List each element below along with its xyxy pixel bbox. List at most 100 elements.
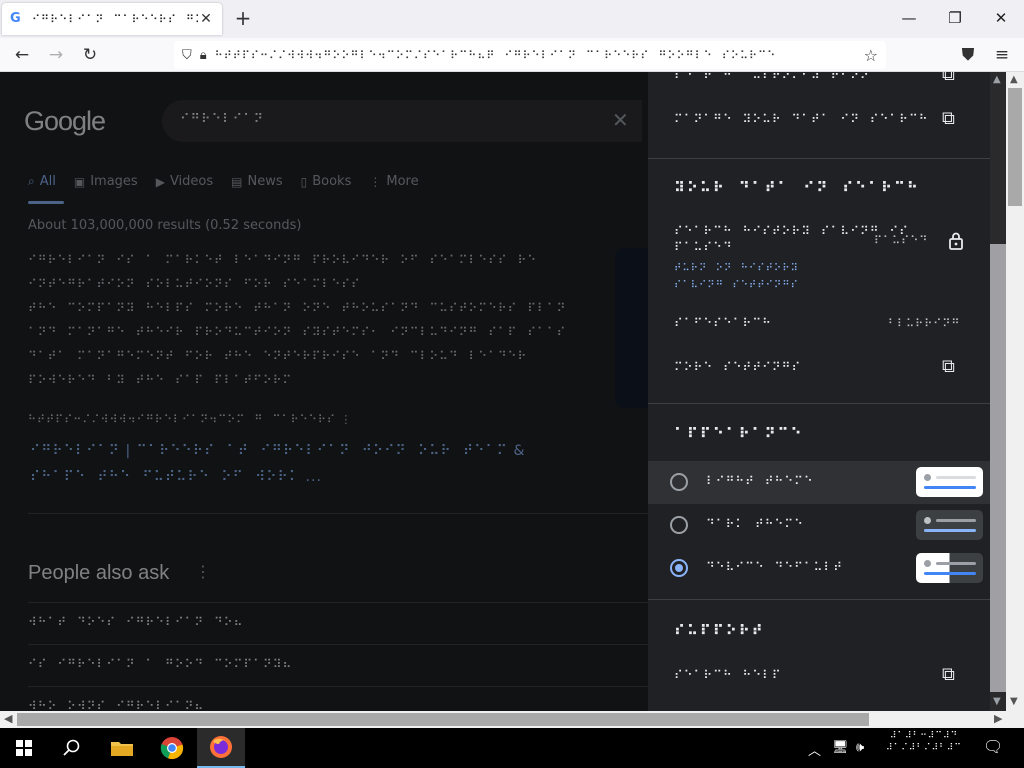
page-scrollbar[interactable]: ▲ ▼ xyxy=(1006,72,1024,711)
preview-line xyxy=(924,572,976,575)
dark-theme-preview xyxy=(916,510,983,540)
firefox-button[interactable] xyxy=(197,728,245,768)
search-button[interactable] xyxy=(48,728,96,768)
preview-dot xyxy=(924,474,931,481)
lock-icon xyxy=(949,232,963,250)
scroll-right-icon[interactable]: ▶ xyxy=(994,712,1002,725)
scroll-up-icon[interactable]: ▲ xyxy=(993,74,1001,85)
more-settings-row[interactable]: ⠍⠕⠗⠑⠀⠎⠑⠞⠞⠊⠝⠛⠎ ⧉ xyxy=(648,356,990,384)
bookmark-star-icon[interactable]: ☆ xyxy=(864,46,878,65)
scroll-down-icon[interactable]: ▼ xyxy=(1010,696,1018,707)
lock-icon[interactable]: 🔒︎ xyxy=(200,48,207,63)
preview-line xyxy=(936,562,976,565)
chrome-button[interactable] xyxy=(148,728,196,768)
arrow-right-icon: → xyxy=(48,45,64,65)
close-tab-icon[interactable]: ✕ xyxy=(198,11,214,27)
support-title: ⠎⠥⠏⠏⠕⠗⠞ xyxy=(674,623,765,639)
divider xyxy=(648,403,990,404)
panel-link-label: ⠍⠁⠝⠁⠛⠑⠀⠽⠕⠥⠗⠀⠙⠁⠞⠁⠀⠊⠝⠀⠎⠑⠁⠗⠉⠓ xyxy=(674,112,929,126)
google-favicon-icon: G xyxy=(10,11,21,26)
radio-button[interactable] xyxy=(670,516,688,534)
url-text[interactable]: ⠓⠞⠞⠏⠎⠒⠌⠌⠺⠺⠺⠲⠛⠕⠕⠛⠇⠑⠲⠉⠕⠍⠌⠎⠑⠁⠗⠉⠓⠦⠟⠀⠊⠛⠗⠑⠇⠊⠁⠝… xyxy=(215,49,858,62)
tab-title: ⠊⠛⠗⠑⠇⠊⠁⠝⠀⠉⠁⠗⠑⠑⠗⠎⠀⠛⠕⠕⠛⠇⠑ xyxy=(32,12,198,26)
scrollbar-thumb[interactable] xyxy=(17,713,869,726)
preview-line xyxy=(936,519,976,522)
saving-settings-link[interactable]: ⠎⠁⠧⠊⠝⠛⠀⠎⠑⠞⠞⠊⠝⠛⠎ xyxy=(674,277,799,294)
history-status: ⠏⠁⠥⠎⠑⠙ xyxy=(874,234,929,247)
appearance-title: ⠁⠏⠏⠑⠁⠗⠁⠝⠉⠑ xyxy=(674,426,804,442)
taskbar: ︿ 🖥︎ 🕪︎ ⠼⠁⠼⠃⠒⠼⠉⠼⠙ ⠼⠁⠌⠼⠃⠌⠼⠃⠼⠉ 🗨︎ xyxy=(0,728,1024,768)
scrollbar-thumb[interactable] xyxy=(990,244,1006,692)
theme-option-device-default[interactable]: ⠙⠑⠧⠊⠉⠑⠀⠙⠑⠋⠁⠥⠇⠞ xyxy=(648,547,990,590)
search-help-row[interactable]: ⠎⠑⠁⠗⠉⠓⠀⠓⠑⠇⠏ ⧉ xyxy=(648,664,990,692)
panel-link-label: ⠎⠑⠁⠗⠉⠓⠀⠉⠥⠎⠞⠕⠍⠊⠵⠁⠞⠊⠕⠝ xyxy=(674,72,870,82)
dim-overlay[interactable] xyxy=(0,72,648,711)
scroll-down-icon[interactable]: ▼ xyxy=(993,696,1001,707)
volume-icon[interactable]: 🕪︎ xyxy=(856,740,864,755)
reload-icon: ↻ xyxy=(82,45,98,65)
safesearch-label: ⠎⠁⠋⠑⠎⠑⠁⠗⠉⠓ xyxy=(674,316,772,330)
folder-icon xyxy=(111,742,133,756)
search-icon xyxy=(63,739,80,756)
safesearch-value[interactable]: ⠃⠇⠥⠗⠗⠊⠝⠛ xyxy=(888,317,960,330)
theme-option-light[interactable]: ⠇⠊⠛⠓⠞⠀⠞⠓⠑⠍⠑ xyxy=(648,461,990,504)
open-external-icon: ⧉ xyxy=(942,664,956,685)
menu-hamburger-icon[interactable]: ≡ xyxy=(990,43,1014,67)
open-external-icon: ⧉ xyxy=(942,108,956,129)
chrome-icon xyxy=(160,737,184,760)
theme-label: ⠙⠑⠧⠊⠉⠑⠀⠙⠑⠋⠁⠥⠇⠞ xyxy=(706,560,844,574)
divider xyxy=(648,599,990,600)
scroll-up-icon[interactable]: ▲ xyxy=(1010,74,1018,85)
theme-option-dark[interactable]: ⠙⠁⠗⠅⠀⠞⠓⠑⠍⠑ xyxy=(648,504,990,547)
more-settings-label: ⠍⠕⠗⠑⠀⠎⠑⠞⠞⠊⠝⠛⠎ xyxy=(674,360,802,374)
restore-button[interactable]: ❐ xyxy=(932,0,978,36)
reload-button[interactable]: ↻ xyxy=(78,43,102,67)
open-external-icon: ⧉ xyxy=(942,72,956,85)
system-clock[interactable]: ⠼⠁⠼⠃⠒⠼⠉⠼⠙ ⠼⠁⠌⠼⠃⠌⠼⠃⠼⠉ xyxy=(884,730,964,754)
turn-on-history-link[interactable]: ⠞⠥⠗⠝⠀⠕⠝⠀⠓⠊⠎⠞⠕⠗⠽ xyxy=(674,260,799,277)
preview-line xyxy=(936,476,976,479)
forward-button[interactable]: → xyxy=(44,43,68,67)
scroll-left-icon[interactable]: ◀ xyxy=(4,712,12,725)
clock-time: ⠼⠁⠼⠃⠒⠼⠉⠼⠙ xyxy=(889,731,959,741)
back-button[interactable]: ← xyxy=(10,43,34,67)
tab-strip: G ⠊⠛⠗⠑⠇⠊⠁⠝⠀⠉⠁⠗⠑⠑⠗⠎⠀⠛⠕⠕⠛⠇⠑ ✕ + — ❐ ✕ xyxy=(0,0,1024,38)
page-content: Google ⠊⠛⠗⠑⠇⠊⠁⠝ ✕ ⌕ All ▣ Images ▶ Videos ▤… xyxy=(0,72,1006,711)
close-window-button[interactable]: ✕ xyxy=(978,0,1024,36)
firefox-icon xyxy=(210,736,232,758)
horizontal-scrollbar[interactable]: ◀ ▶ xyxy=(0,711,1024,728)
minimize-button[interactable]: — xyxy=(886,0,932,36)
panel-link-row[interactable]: ⠎⠑⠁⠗⠉⠓⠀⠉⠥⠎⠞⠕⠍⠊⠵⠁⠞⠊⠕⠝ ⧉ xyxy=(648,72,990,88)
preview-dot xyxy=(924,560,931,567)
chevron-up-icon[interactable]: ︿ xyxy=(808,740,821,759)
radio-button-selected[interactable] xyxy=(670,559,688,577)
theme-label: ⠙⠁⠗⠅⠀⠞⠓⠑⠍⠑ xyxy=(706,517,804,531)
tracking-shield-icon[interactable]: ⛉ xyxy=(182,48,192,63)
radio-button[interactable] xyxy=(670,473,688,491)
light-theme-preview xyxy=(916,467,983,497)
search-help-label: ⠎⠑⠁⠗⠉⠓⠀⠓⠑⠇⠏ xyxy=(674,668,782,682)
pocket-icon[interactable]: ⛊ xyxy=(956,43,980,67)
browser-tab[interactable]: G ⠊⠛⠗⠑⠇⠊⠁⠝⠀⠉⠁⠗⠑⠑⠗⠎⠀⠛⠕⠕⠛⠇⠑ ✕ xyxy=(2,3,222,35)
scrollbar-thumb[interactable] xyxy=(1008,88,1022,206)
network-icon[interactable]: 🖥︎ xyxy=(832,740,849,755)
section-title: ⠽⠕⠥⠗⠀⠙⠁⠞⠁⠀⠊⠝⠀⠎⠑⠁⠗⠉⠓ xyxy=(674,180,920,196)
theme-label: ⠇⠊⠛⠓⠞⠀⠞⠓⠑⠍⠑ xyxy=(706,474,814,488)
split-theme-preview xyxy=(916,553,983,583)
preview-dot xyxy=(924,517,931,524)
history-label: ⠏⠁⠥⠎⠑⠙ xyxy=(674,240,733,254)
windows-icon xyxy=(16,740,32,756)
preview-line xyxy=(924,529,976,532)
quick-settings-panel: ⠎⠑⠁⠗⠉⠓⠀⠉⠥⠎⠞⠕⠍⠊⠵⠁⠞⠊⠕⠝ ⧉ ⠍⠁⠝⠁⠛⠑⠀⠽⠕⠥⠗⠀⠙⠁⠞⠁⠀… xyxy=(648,72,990,711)
start-button[interactable] xyxy=(0,728,48,768)
file-explorer-button[interactable] xyxy=(98,728,146,768)
arrow-left-icon: ← xyxy=(14,45,30,65)
notifications-icon[interactable]: 🗨︎ xyxy=(983,737,1003,756)
new-tab-button[interactable]: + xyxy=(232,6,254,30)
panel-scrollbar[interactable]: ▲ ▼ xyxy=(990,72,1006,711)
clock-date: ⠼⠁⠌⠼⠃⠌⠼⠃⠼⠉ xyxy=(886,743,962,753)
divider xyxy=(648,158,990,159)
address-bar[interactable]: ⛉ 🔒︎ ⠓⠞⠞⠏⠎⠒⠌⠌⠺⠺⠺⠲⠛⠕⠕⠛⠇⠑⠲⠉⠕⠍⠌⠎⠑⠁⠗⠉⠓⠦⠟⠀⠊⠛⠗… xyxy=(174,41,886,69)
panel-link-row[interactable]: ⠍⠁⠝⠁⠛⠑⠀⠽⠕⠥⠗⠀⠙⠁⠞⠁⠀⠊⠝⠀⠎⠑⠁⠗⠉⠓ ⧉ xyxy=(648,108,990,136)
preview-line xyxy=(924,486,976,489)
